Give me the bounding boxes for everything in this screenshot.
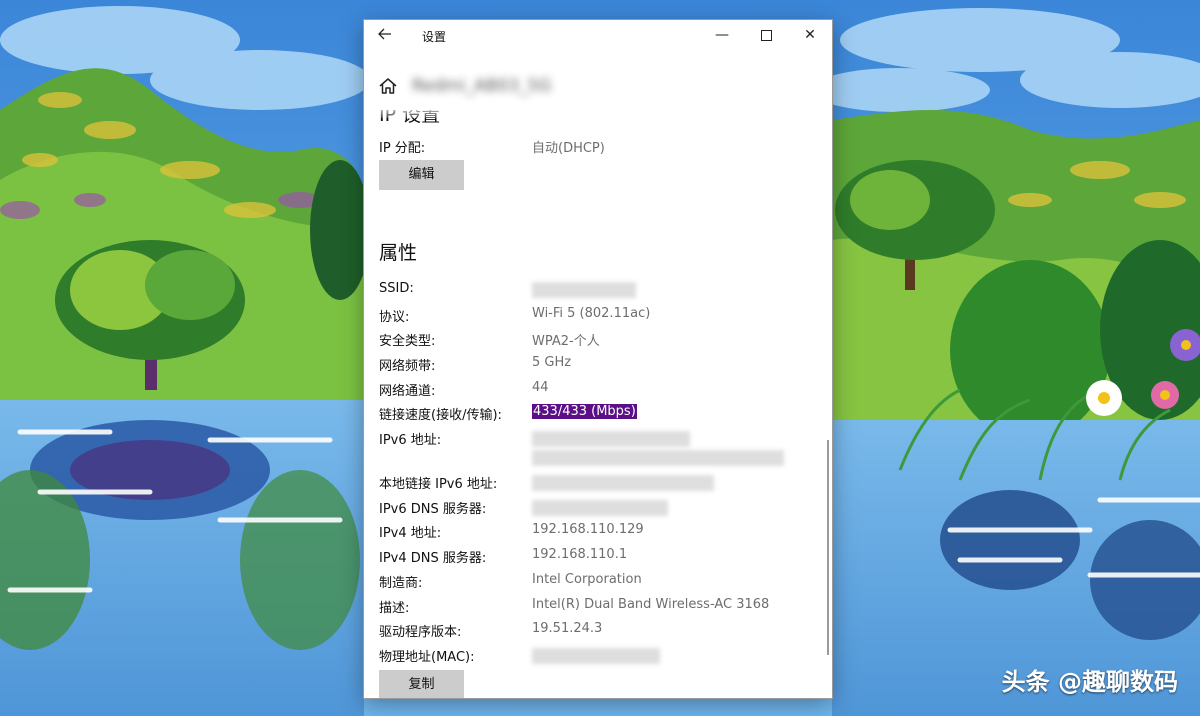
settings-window: 设置 — ✕ Redmi_AB03_5G IP 设置 IP 分配: 自动(DHC… [364,20,832,698]
maximize-icon [760,29,772,41]
home-icon[interactable] [378,76,400,98]
scroll-fade [364,104,832,118]
ipv4-dns-label: IPv4 DNS 服务器: [379,551,487,566]
security-type-label: 安全类型: [379,334,436,349]
manufacturer-label: 制造商: [379,576,423,591]
ssid-value-redacted [532,282,636,298]
properties-heading: 属性 [379,242,418,264]
ipv6-dns-redacted [532,500,668,516]
close-button[interactable]: ✕ [788,20,832,50]
description-label: 描述: [379,601,410,616]
watermark-text: 头条 @趣聊数码 [1001,668,1178,696]
network-band-label: 网络频带: [379,359,436,374]
maximize-button[interactable] [744,20,788,50]
description-value: Intel(R) Dual Band Wireless-AC 3168 [532,597,770,612]
mac-address-redacted [532,648,660,664]
ssid-label: SSID: [379,281,414,296]
network-name: Redmi_AB03_5G [412,76,552,96]
ipv4-dns-value: 192.168.110.1 [532,547,628,562]
window-title: 设置 [422,30,447,44]
back-button[interactable] [374,25,396,47]
security-type-value: WPA2-个人 [532,334,600,349]
minimize-button[interactable]: — [700,20,744,50]
close-icon: ✕ [804,27,816,43]
ipv6-dns-label: IPv6 DNS 服务器: [379,502,487,517]
manufacturer-value: Intel Corporation [532,572,642,587]
ipv6-address-label: IPv6 地址: [379,433,442,448]
copy-button[interactable]: 复制 [379,670,464,698]
link-local-ipv6-redacted [532,475,714,491]
home-icon-graphic [379,78,397,94]
link-speed-label: 链接速度(接收/传输): [379,408,502,423]
link-local-ipv6-label: 本地链接 IPv6 地址: [379,477,498,492]
link-speed-value-wrap: 433/433 (Mbps) [532,404,637,419]
driver-version-label: 驱动程序版本: [379,625,462,640]
arrow-left-icon [378,28,391,40]
mac-address-label: 物理地址(MAC): [379,650,475,665]
link-speed-value[interactable]: 433/433 (Mbps) [532,404,637,419]
ipv6-address-redacted-1 [532,431,690,447]
scrollbar[interactable] [827,440,829,655]
network-band-value: 5 GHz [532,355,572,370]
minimize-icon: — [715,27,729,43]
driver-version-value: 19.51.24.3 [532,621,603,636]
network-channel-label: 网络通道: [379,384,436,399]
ip-assignment-label: IP 分配: [379,141,426,156]
ip-assignment-value: 自动(DHCP) [532,141,605,156]
ipv4-address-label: IPv4 地址: [379,526,442,541]
protocol-label: 协议: [379,310,410,325]
edit-button[interactable]: 编辑 [379,160,464,190]
network-channel-value: 44 [532,380,549,395]
ipv6-address-redacted-2 [532,450,784,466]
protocol-value: Wi-Fi 5 (802.11ac) [532,306,651,321]
title-bar: 设置 — ✕ [364,20,832,50]
ipv4-address-value: 192.168.110.129 [532,522,644,537]
